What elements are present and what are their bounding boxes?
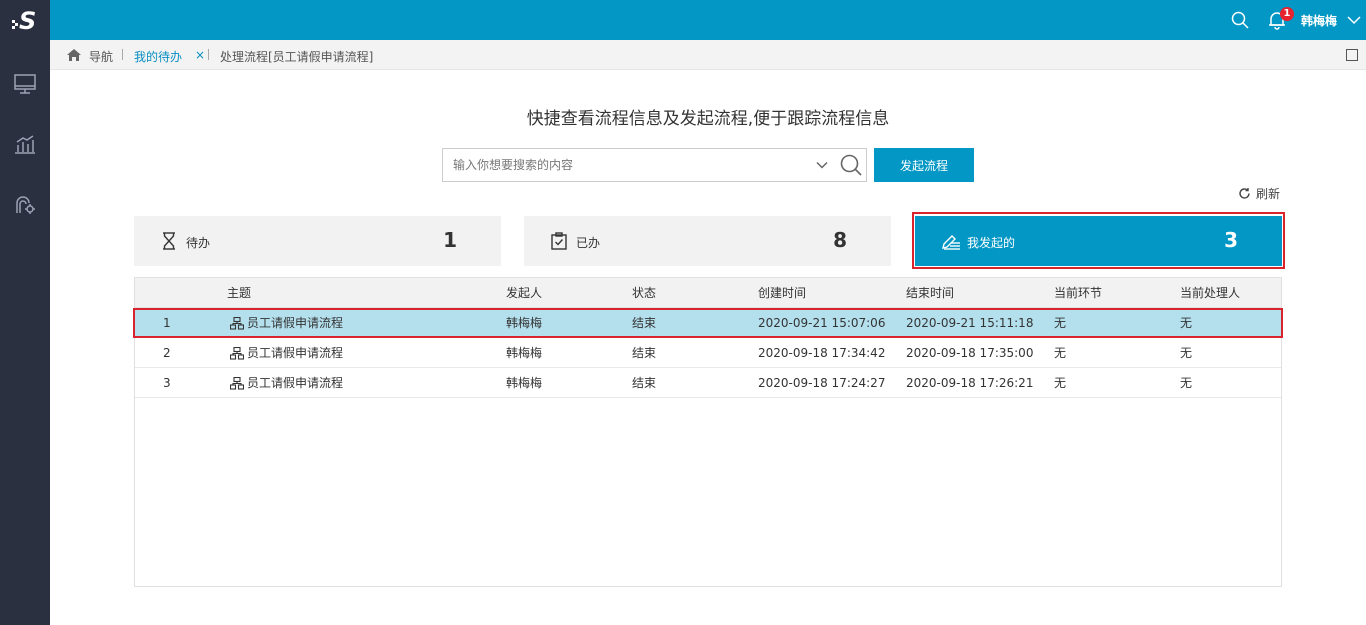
card-label: 已办 <box>576 236 601 250</box>
row-current-step: 无 <box>1054 316 1067 330</box>
row-current-step: 无 <box>1054 346 1067 360</box>
header-created[interactable]: 创建时间 <box>758 278 806 308</box>
card-label: 我发起的 <box>967 236 1016 250</box>
card-todo[interactable]: 待办 1 <box>134 216 501 266</box>
row-current-handler: 无 <box>1180 316 1193 330</box>
header-subject[interactable]: 主题 <box>227 278 251 308</box>
row-subject[interactable]: 员工请假申请流程 <box>230 368 343 398</box>
chevron-down-icon[interactable] <box>1347 14 1361 26</box>
left-sidebar: S <box>0 0 50 625</box>
search-box <box>442 148 867 182</box>
row-initiator: 韩梅梅 <box>506 376 543 390</box>
close-tab-icon[interactable]: × <box>195 48 205 62</box>
breadcrumb-separator <box>208 49 209 60</box>
row-ended: 2020-09-18 17:35:00 <box>906 346 1034 360</box>
maximize-icon[interactable] <box>1346 49 1358 61</box>
clipboard-check-icon <box>550 232 568 250</box>
header-ended[interactable]: 结束时间 <box>906 278 954 308</box>
tab-my-todo[interactable]: 我的待办 <box>134 48 182 65</box>
breadcrumb: 导航 我的待办 × 处理流程[员工请假申请流程] <box>50 40 1366 70</box>
row-ended: 2020-09-21 15:11:18 <box>906 316 1034 330</box>
start-process-button[interactable]: 发起流程 <box>874 148 974 182</box>
header-current-handler[interactable]: 当前处理人 <box>1180 278 1240 308</box>
row-created: 2020-09-18 17:24:27 <box>758 376 886 390</box>
card-count: 3 <box>1224 228 1238 252</box>
refresh-label: 刷新 <box>1256 187 1281 201</box>
edit-list-icon <box>941 232 960 250</box>
row-status: 结束 <box>632 346 657 360</box>
refresh-icon <box>1239 188 1250 199</box>
top-header: 1 韩梅梅 <box>50 0 1366 40</box>
row-index: 1 <box>163 316 171 330</box>
home-icon[interactable] <box>66 48 82 62</box>
card-count: 1 <box>443 228 457 252</box>
svg-text:S: S <box>19 7 36 33</box>
card-done[interactable]: 已办 8 <box>524 216 891 266</box>
header-initiator[interactable]: 发起人 <box>506 278 542 308</box>
row-subject-text: 员工请假申请流程 <box>247 316 344 330</box>
notification-badge: 1 <box>1280 7 1294 21</box>
row-current-step: 无 <box>1054 376 1067 390</box>
row-subject[interactable]: 员工请假申请流程 <box>230 308 343 338</box>
process-table: 主题 发起人 状态 创建时间 结束时间 当前环节 当前处理人 1 员工请假申请流… <box>134 277 1282 587</box>
row-current-handler: 无 <box>1180 346 1193 360</box>
header-current-step[interactable]: 当前环节 <box>1054 278 1102 308</box>
search-input[interactable] <box>453 149 813 181</box>
row-subject-text: 员工请假申请流程 <box>247 346 344 360</box>
monitor-icon[interactable] <box>13 72 37 96</box>
table-row[interactable]: 3 员工请假申请流程 韩梅梅 结束 2020-09-18 17:24:27 20… <box>135 368 1281 398</box>
table-row[interactable]: 2 员工请假申请流程 韩梅梅 结束 2020-09-18 17:34:42 20… <box>135 338 1281 368</box>
flow-icon <box>230 346 244 360</box>
header-status[interactable]: 状态 <box>632 278 656 308</box>
table-row[interactable]: 1 员工请假申请流程 韩梅梅 结束 2020-09-21 15:07:06 20… <box>135 308 1281 338</box>
row-status: 结束 <box>632 316 657 330</box>
row-subject[interactable]: 员工请假申请流程 <box>230 338 343 368</box>
chart-icon[interactable] <box>13 132 37 156</box>
breadcrumb-separator <box>122 49 123 60</box>
card-label: 待办 <box>186 236 211 250</box>
breadcrumb-home[interactable]: 导航 <box>89 48 113 65</box>
card-count: 8 <box>833 228 847 252</box>
row-ended: 2020-09-18 17:26:21 <box>906 376 1034 390</box>
row-index: 2 <box>163 346 171 360</box>
card-my-initiated[interactable]: 我发起的 3 <box>915 216 1282 266</box>
table-header: 主题 发起人 状态 创建时间 结束时间 当前环节 当前处理人 <box>135 278 1281 308</box>
user-name[interactable]: 韩梅梅 <box>1301 12 1337 29</box>
chevron-down-icon[interactable] <box>816 159 828 171</box>
flow-icon <box>230 316 244 330</box>
search-icon[interactable] <box>840 154 862 176</box>
process-settings-icon[interactable] <box>13 192 37 216</box>
flow-icon <box>230 376 244 390</box>
search-icon[interactable] <box>1231 11 1249 29</box>
row-initiator: 韩梅梅 <box>506 346 543 360</box>
row-subject-text: 员工请假申请流程 <box>247 376 344 390</box>
page-headline: 快捷查看流程信息及发起流程,便于跟踪流程信息 <box>526 109 890 129</box>
app-logo[interactable]: S <box>0 0 50 40</box>
row-created: 2020-09-21 15:07:06 <box>758 316 886 330</box>
refresh-button[interactable]: 刷新 <box>1238 185 1280 202</box>
row-created: 2020-09-18 17:34:42 <box>758 346 886 360</box>
hourglass-icon <box>160 232 178 250</box>
row-current-handler: 无 <box>1180 376 1193 390</box>
row-initiator: 韩梅梅 <box>506 316 543 330</box>
tab-current-process[interactable]: 处理流程[员工请假申请流程] <box>220 48 373 65</box>
row-index: 3 <box>163 376 171 390</box>
row-status: 结束 <box>632 376 657 390</box>
